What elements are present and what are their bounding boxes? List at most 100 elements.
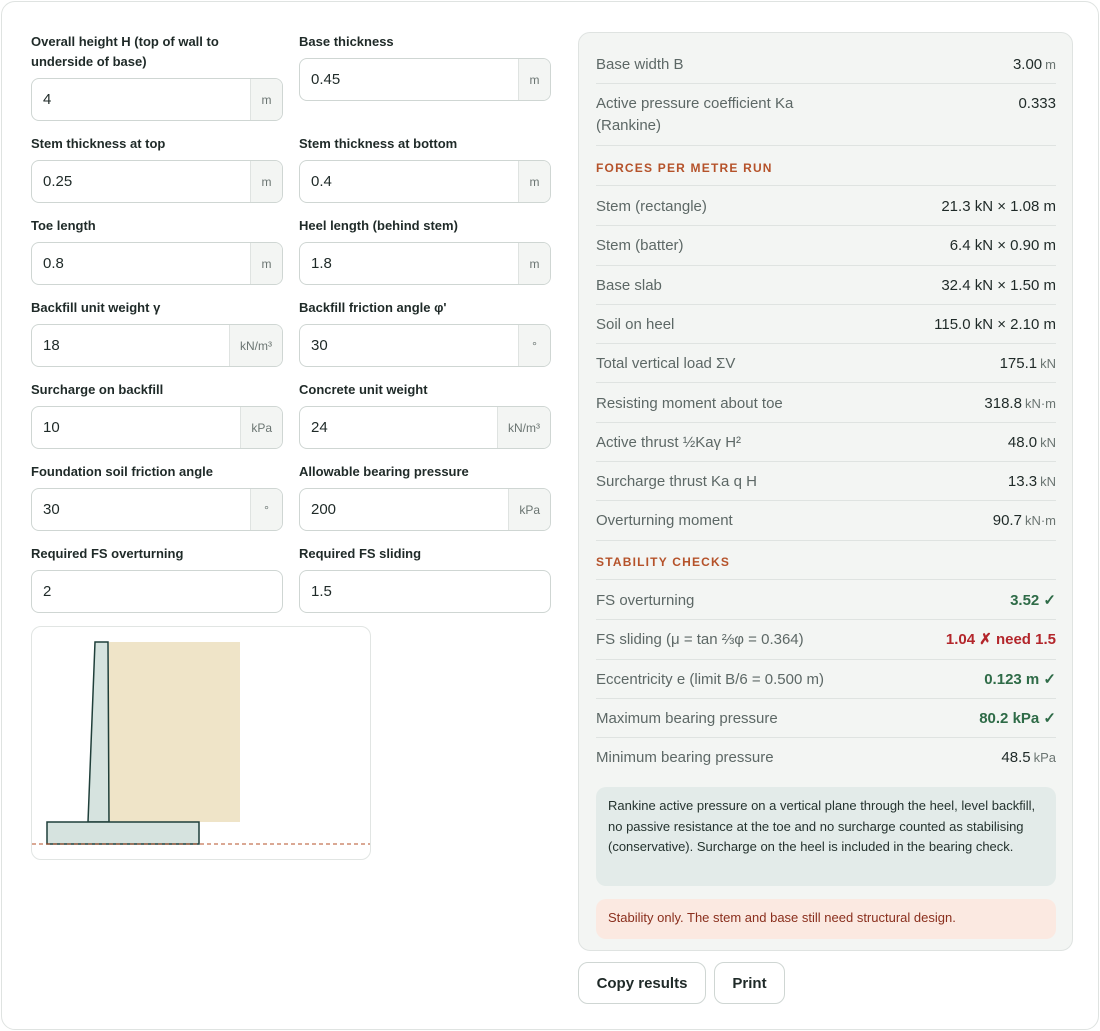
- result-value: 0.333: [1018, 93, 1056, 115]
- input-box: m: [31, 242, 283, 285]
- number-input[interactable]: [300, 325, 518, 366]
- field-label: Backfill unit weight γ: [31, 300, 161, 315]
- result-row: Base slab 32.4 kN × 1.50 m: [596, 266, 1056, 305]
- result-row: Minimum bearing pressure 48.5 kPa: [596, 738, 1056, 777]
- input-field: Overall height H (top of wall to undersi…: [31, 32, 283, 121]
- result-number: 90.7: [992, 512, 1022, 530]
- result-row: Base width B 3.00 m: [596, 45, 1056, 84]
- wall-base-slab: [46, 821, 200, 845]
- result-value: 3.00 m: [1013, 54, 1056, 76]
- result-unit: kN·m: [1024, 395, 1056, 411]
- field-label: Backfill friction angle φ': [299, 300, 447, 315]
- unit-label: m: [518, 243, 550, 284]
- result-label: Total vertical load ΣV: [596, 355, 736, 373]
- input-box: kPa: [299, 488, 551, 531]
- result-number: 175.1: [999, 355, 1038, 373]
- number-input[interactable]: [32, 325, 229, 366]
- input-box: [299, 570, 551, 613]
- input-box: kPa: [31, 406, 283, 449]
- result-number: 13.3: [1007, 473, 1038, 491]
- input-box: m: [299, 58, 551, 101]
- result-label: Soil on heel: [596, 315, 675, 333]
- input-field: Backfill unit weight γ kN/m³: [31, 298, 283, 367]
- result-number: 48.0: [1007, 433, 1038, 451]
- result-number: 3.00: [1012, 56, 1043, 73]
- unit-label: kPa: [508, 489, 550, 530]
- number-input[interactable]: [300, 407, 497, 448]
- result-label: Eccentricity e (limit B/6 = 0.500 m): [596, 670, 824, 688]
- input-field: Base thickness m: [299, 32, 551, 101]
- result-value: 32.4 kN × 1.50 m: [941, 275, 1056, 297]
- number-input[interactable]: [300, 571, 550, 612]
- print-button[interactable]: Print: [714, 962, 785, 1004]
- result-number: 48.5: [1001, 749, 1031, 767]
- result-value: 48.5 kPa: [1001, 747, 1056, 769]
- number-input[interactable]: [32, 79, 250, 120]
- result-value: 13.3 kN: [1008, 471, 1056, 493]
- input-field: Stem thickness at top m: [31, 134, 283, 203]
- result-row: Total vertical load ΣV 175.1 kN: [596, 344, 1056, 384]
- warning-note: Stability only. The stem and base still …: [596, 899, 1056, 939]
- result-value: 1.04 ✗ need 1.5: [946, 629, 1056, 651]
- input-box: °: [299, 324, 551, 367]
- result-value: 80.2 kPa ✓: [979, 708, 1056, 730]
- result-label: Minimum bearing pressure: [596, 749, 774, 767]
- number-input[interactable]: [300, 59, 518, 100]
- result-row: Active pressure coefficient Ka (Rankine)…: [596, 84, 1056, 146]
- number-input[interactable]: [32, 243, 250, 284]
- input-field: Required FS overturning: [31, 544, 283, 613]
- result-number: 80.2 kPa ✓: [979, 709, 1056, 727]
- result-row: Maximum bearing pressure 80.2 kPa ✓: [596, 699, 1056, 739]
- input-box: kN/m³: [31, 324, 283, 367]
- field-label: Stem thickness at bottom: [299, 136, 458, 151]
- field-label: Base thickness: [299, 34, 394, 49]
- number-input[interactable]: [300, 161, 518, 202]
- input-field: Concrete unit weight kN/m³: [299, 380, 551, 449]
- result-number: 3.52 ✓: [1010, 592, 1056, 609]
- result-row: FS overturning 3.52 ✓: [596, 581, 1056, 621]
- number-input[interactable]: [32, 571, 282, 612]
- number-input[interactable]: [32, 489, 250, 530]
- result-row: Active thrust ½Kaγ H² 48.0 kN: [596, 423, 1056, 463]
- result-label: Surcharge thrust Ka q H: [596, 473, 757, 491]
- unit-label: kPa: [240, 407, 282, 448]
- result-label: Active pressure coefficient Ka (Rankine): [596, 95, 794, 134]
- input-box: kN/m³: [299, 406, 551, 449]
- result-label: Maximum bearing pressure: [596, 709, 778, 727]
- input-field: Heel length (behind stem) m: [299, 216, 551, 285]
- number-input[interactable]: [300, 243, 518, 284]
- copy-results-button[interactable]: Copy results: [578, 962, 706, 1004]
- field-label: Allowable bearing pressure: [299, 464, 469, 479]
- result-row: Surcharge thrust Ka q H 13.3 kN: [596, 462, 1056, 502]
- result-value: 21.3 kN × 1.08 m: [941, 196, 1056, 218]
- result-row: Overturning moment 90.7 kN·m: [596, 501, 1056, 541]
- number-input[interactable]: [32, 161, 250, 202]
- number-input[interactable]: [300, 489, 509, 530]
- wall-section-diagram: [31, 626, 371, 860]
- field-label: Overall height H (top of wall to undersi…: [31, 34, 219, 69]
- result-number: 21.3 kN × 1.08 m: [941, 198, 1056, 215]
- result-label: Stem (rectangle): [596, 198, 707, 215]
- field-label: Required FS sliding: [299, 546, 422, 561]
- section-heading: FORCES PER METRE RUN: [596, 161, 1056, 186]
- field-label: Required FS overturning: [31, 546, 184, 561]
- unit-label: m: [250, 161, 282, 202]
- result-number: 115.0 kN × 2.10 m: [934, 315, 1056, 333]
- result-label: Base slab: [596, 276, 662, 294]
- result-label: Active thrust ½Kaγ H²: [596, 433, 742, 451]
- unit-label: °: [250, 489, 282, 530]
- unit-label: m: [250, 79, 282, 120]
- result-row: Stem (batter) 6.4 kN × 0.90 m: [596, 226, 1056, 266]
- result-row: Stem (rectangle) 21.3 kN × 1.08 m: [596, 187, 1056, 227]
- result-label: Stem (batter): [596, 237, 684, 255]
- result-number: 6.4 kN × 0.90 m: [949, 237, 1056, 255]
- result-number: 32.4 kN × 1.50 m: [941, 276, 1056, 294]
- result-row: Resisting moment about toe 318.8 kN·m: [596, 384, 1056, 423]
- input-box: m: [299, 160, 551, 203]
- input-field: Toe length m: [31, 216, 283, 285]
- result-row: Soil on heel 115.0 kN × 2.10 m: [596, 305, 1056, 345]
- result-number: 0.333: [1018, 95, 1056, 112]
- input-box: °: [31, 488, 283, 531]
- number-input[interactable]: [32, 407, 241, 448]
- method-note: Rankine active pressure on a vertical pl…: [596, 787, 1056, 886]
